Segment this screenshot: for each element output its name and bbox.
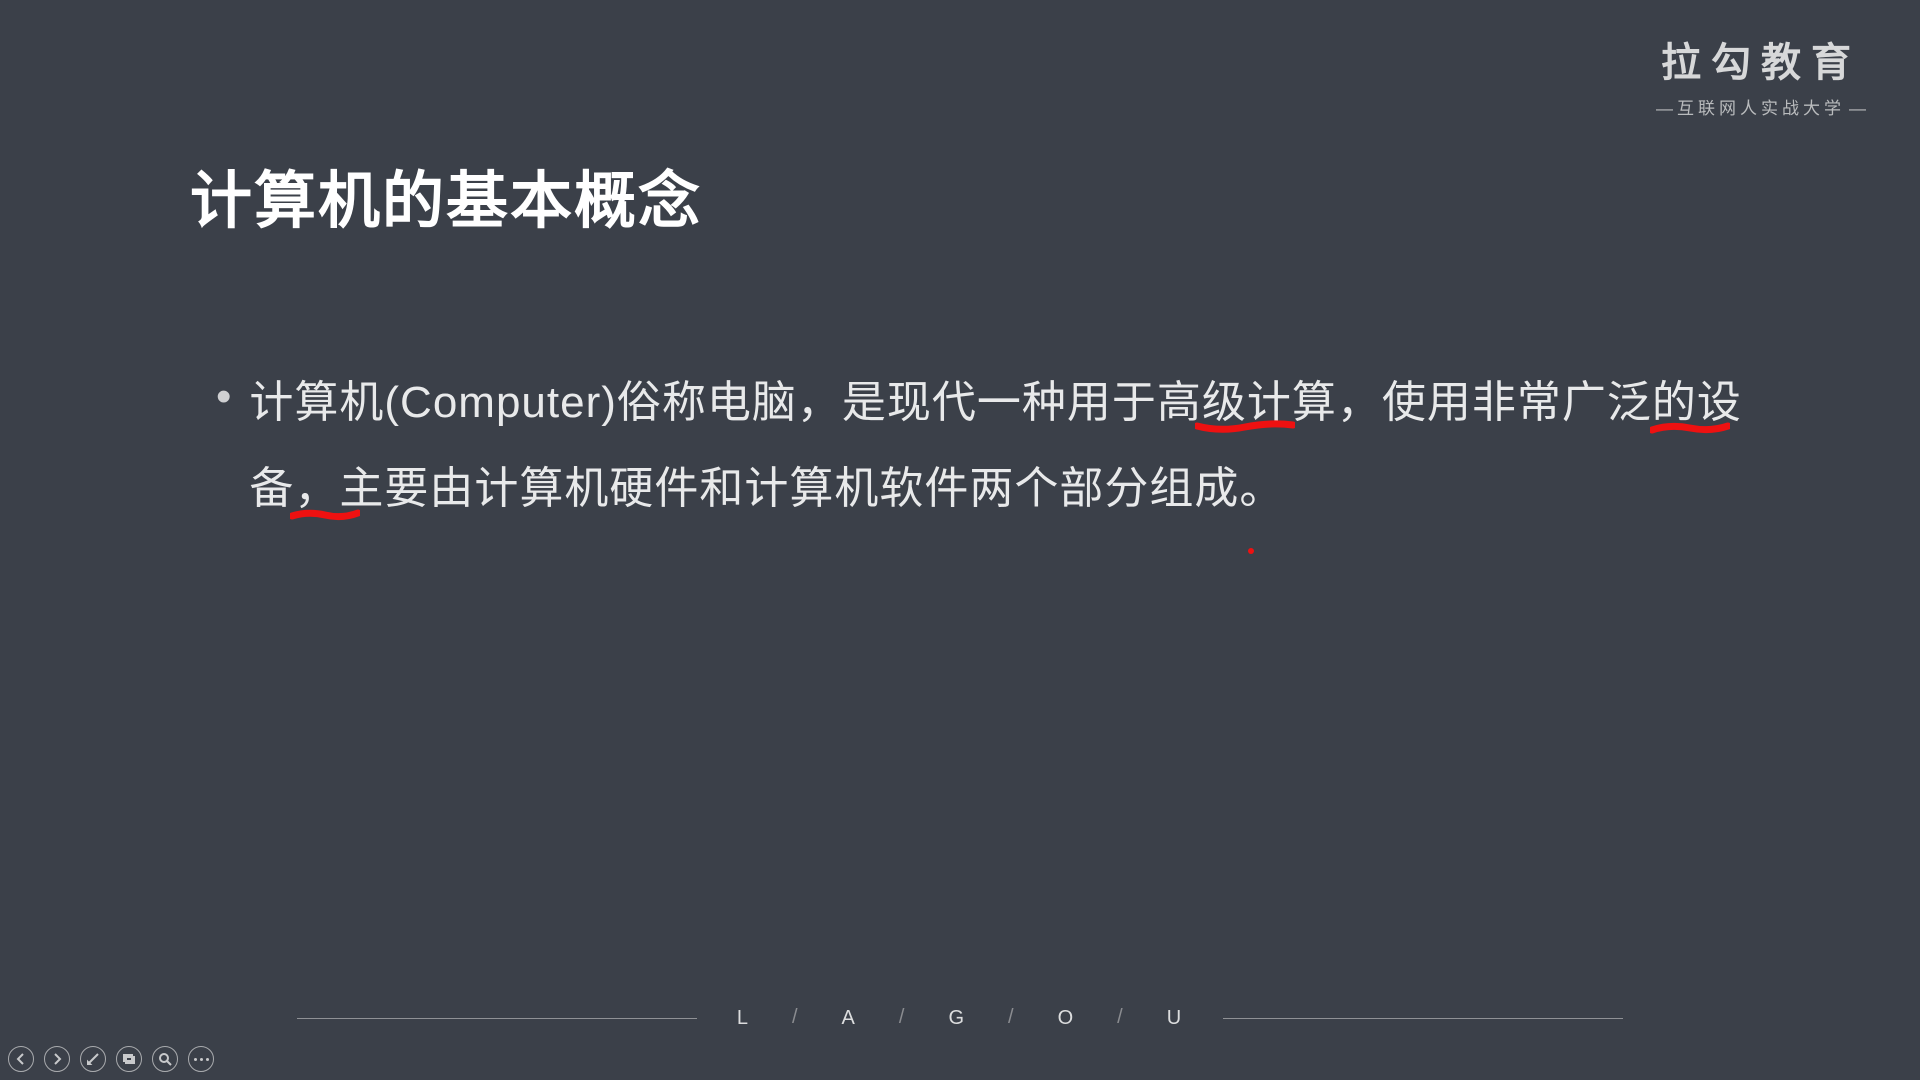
triangle-right-icon — [50, 1052, 64, 1066]
presenter-toolbar — [8, 1046, 214, 1072]
brand-subtitle: 互联网人实战大学 — [1652, 94, 1870, 119]
footer: L / A / G / O / U — [0, 1007, 1920, 1030]
slash-icon: / — [1008, 1006, 1016, 1029]
next-slide-button[interactable] — [44, 1046, 70, 1072]
pen-button[interactable] — [80, 1046, 106, 1072]
brand-block: 拉勾教育 互联网人实战大学 — [1652, 30, 1870, 119]
footer-letter: G — [948, 1007, 966, 1030]
triangle-left-icon — [14, 1052, 28, 1066]
slides-icon — [122, 1052, 136, 1066]
slash-icon: / — [899, 1006, 907, 1029]
annotation-dot — [1248, 548, 1254, 554]
magnifier-icon — [158, 1052, 172, 1066]
more-button[interactable] — [188, 1046, 214, 1072]
footer-line-right — [1223, 1018, 1623, 1019]
pen-icon — [86, 1052, 100, 1066]
footer-letter: L — [737, 1007, 750, 1030]
footer-letters: L / A / G / O / U — [737, 1007, 1183, 1030]
brand-title: 拉勾教育 — [1652, 30, 1870, 88]
zoom-button[interactable] — [152, 1046, 178, 1072]
bullet-dot-icon: • — [216, 360, 231, 434]
slash-icon: / — [1117, 1006, 1125, 1029]
bullet-text: 计算机(Computer)俗称电脑，是现代一种用于高级计算，使用非常广泛的设备，… — [249, 360, 1760, 532]
bullet-list: • 计算机(Computer)俗称电脑，是现代一种用于高级计算，使用非常广泛的设… — [190, 360, 1760, 532]
footer-letter: U — [1167, 1007, 1183, 1030]
footer-letter: O — [1058, 1007, 1076, 1030]
slide-title: 计算机的基本概念 — [190, 150, 1760, 240]
slides-button[interactable] — [116, 1046, 142, 1072]
prev-slide-button[interactable] — [8, 1046, 34, 1072]
footer-letter: A — [842, 1007, 857, 1030]
slide-content: 计算机的基本概念 • 计算机(Computer)俗称电脑，是现代一种用于高级计算… — [190, 150, 1760, 532]
ellipsis-icon — [194, 1058, 209, 1061]
slash-icon: / — [792, 1006, 800, 1029]
footer-line-left — [297, 1018, 697, 1019]
bullet-item: • 计算机(Computer)俗称电脑，是现代一种用于高级计算，使用非常广泛的设… — [190, 360, 1760, 532]
